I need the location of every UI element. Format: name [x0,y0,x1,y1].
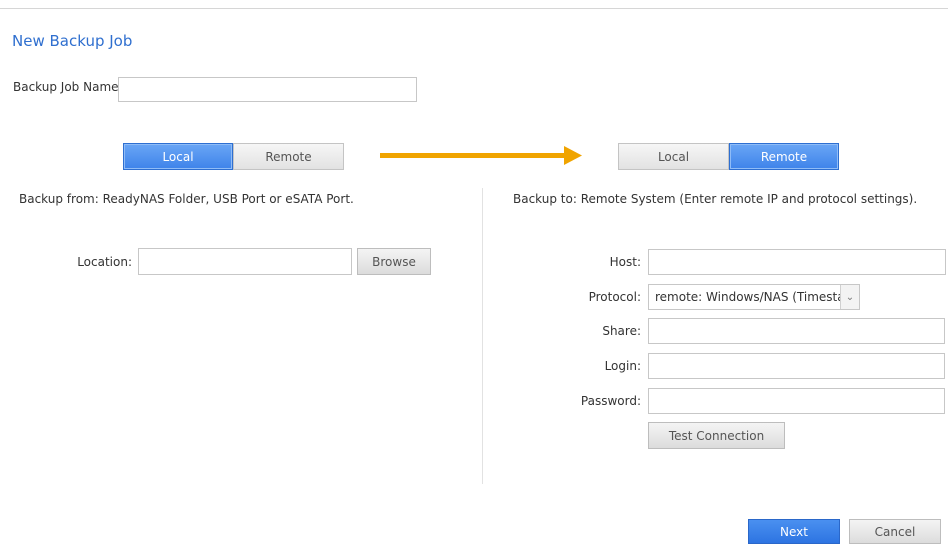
source-local-button[interactable]: Local [123,143,233,170]
destination-local-button[interactable]: Local [618,143,729,170]
location-label: Location: [77,255,132,269]
job-name-label: Backup Job Name: [13,80,123,94]
test-connection-button[interactable]: Test Connection [648,422,785,449]
login-label: Login: [604,359,641,373]
login-input[interactable] [648,353,945,379]
source-toggle: Local Remote [123,143,344,170]
host-input[interactable] [648,249,946,275]
chevron-down-icon[interactable]: ⌄ [840,285,859,309]
host-label: Host: [609,255,641,269]
password-input[interactable] [648,388,945,414]
arrow-right-icon [380,146,582,165]
next-button[interactable]: Next [748,519,840,544]
job-name-input[interactable] [118,77,417,102]
share-input[interactable] [648,318,945,344]
destination-toggle: Local Remote [618,143,839,170]
protocol-select[interactable]: remote: Windows/NAS (Timestamp) ⌄ [648,284,860,310]
top-divider [0,8,948,9]
location-input[interactable] [138,248,352,275]
destination-remote-button[interactable]: Remote [729,143,839,170]
protocol-select-value: remote: Windows/NAS (Timestamp) [655,290,840,304]
protocol-label: Protocol: [588,290,641,304]
source-description: Backup from: ReadyNAS Folder, USB Port o… [19,192,354,206]
share-label: Share: [602,324,641,338]
page-title: New Backup Job [12,32,133,50]
destination-description: Backup to: Remote System (Enter remote I… [513,192,918,206]
cancel-button[interactable]: Cancel [849,519,941,544]
source-remote-button[interactable]: Remote [233,143,344,170]
browse-button[interactable]: Browse [357,248,431,275]
column-divider [482,188,483,484]
password-label: Password: [580,394,641,408]
